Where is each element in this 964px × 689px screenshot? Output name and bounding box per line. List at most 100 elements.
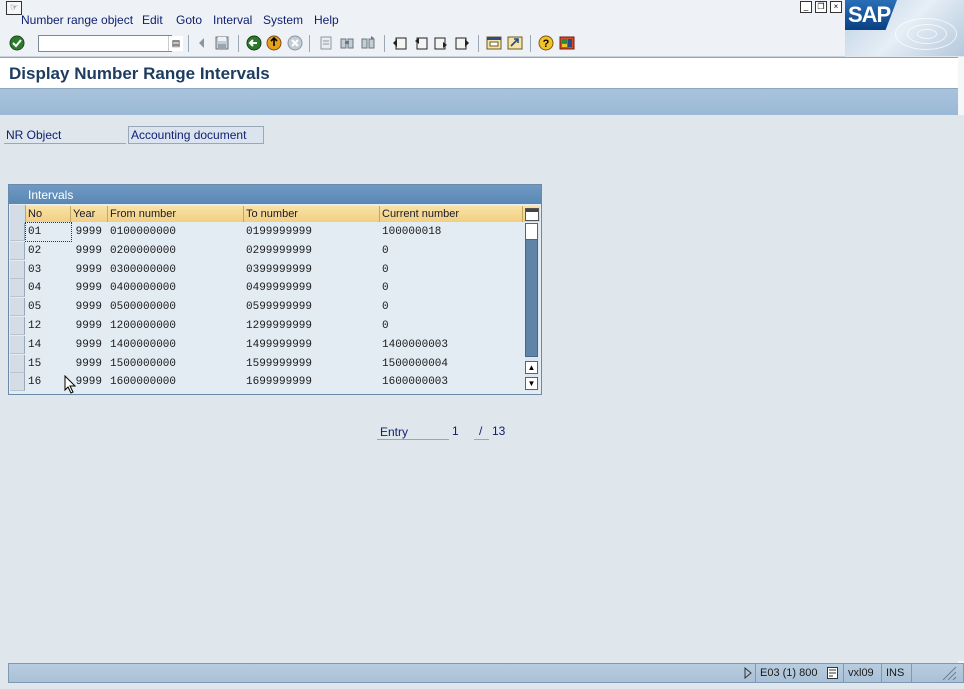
entry-field-underline xyxy=(474,439,489,440)
menu-help[interactable]: Help xyxy=(314,13,339,27)
toolbar-separator xyxy=(188,35,189,52)
table-row[interactable]: 01 9999 0100000000 0199999999 100000018 xyxy=(9,222,523,242)
row-select-button[interactable] xyxy=(10,354,25,373)
command-field[interactable] xyxy=(38,35,172,52)
cell-no[interactable]: 15 xyxy=(26,355,71,373)
column-header-to-number[interactable]: To number xyxy=(244,206,380,222)
system-info-icon[interactable] xyxy=(827,667,838,679)
cell-no[interactable]: 02 xyxy=(26,242,71,260)
cell-from-number: 0300000000 xyxy=(110,263,177,276)
cell-year: 9999 xyxy=(75,263,102,276)
cell-no[interactable]: 03 xyxy=(26,261,71,279)
row-select-button[interactable] xyxy=(10,335,25,354)
table-row[interactable]: 03 9999 0300000000 0399999999 0 xyxy=(9,260,523,279)
application-toolbar xyxy=(0,88,964,116)
last-page-icon[interactable] xyxy=(454,35,470,51)
column-header-no[interactable]: No xyxy=(26,206,71,222)
row-select-button[interactable] xyxy=(10,241,25,260)
main-content: NR Object Accounting document Intervals … xyxy=(0,115,964,661)
table-row[interactable]: 12 9999 1200000000 1299999999 0 xyxy=(9,317,523,335)
select-all-button[interactable] xyxy=(10,205,26,223)
vertical-scrollbar[interactable]: ▲ ▼ xyxy=(525,223,539,391)
exit-icon[interactable] xyxy=(266,35,282,51)
save-icon[interactable] xyxy=(214,35,230,51)
find-next-icon[interactable] xyxy=(360,35,376,51)
row-select-button[interactable] xyxy=(10,317,25,335)
intervals-table: Intervals No Year From number To number … xyxy=(8,184,542,395)
resize-grip-icon[interactable] xyxy=(941,666,957,681)
table-settings-icon[interactable] xyxy=(523,206,540,222)
menu-system[interactable]: System xyxy=(263,13,303,27)
cell-no[interactable]: 04 xyxy=(26,279,71,297)
row-select-button[interactable] xyxy=(10,279,25,298)
status-expand-icon[interactable] xyxy=(743,667,753,679)
scrollbar-thumb[interactable] xyxy=(525,223,538,240)
table-row[interactable]: 02 9999 0200000000 0299999999 0 xyxy=(9,241,523,260)
cell-year: 9999 xyxy=(75,244,102,257)
shortcut-icon[interactable] xyxy=(507,35,523,51)
table-row[interactable]: 16 9999 1600000000 1699999999 1600000003 xyxy=(9,373,523,392)
command-history-icon[interactable]: ▤ xyxy=(168,36,183,51)
menu-goto[interactable]: Goto xyxy=(176,13,202,27)
back-icon[interactable] xyxy=(246,35,262,51)
status-bar: E03 (1) 800 vxl09 INS xyxy=(8,663,964,683)
sap-logo-text: SAP xyxy=(848,2,891,27)
row-select-button[interactable] xyxy=(10,298,25,317)
menu-edit[interactable]: Edit xyxy=(142,13,163,27)
cell-year: 9999 xyxy=(75,282,102,295)
first-page-icon[interactable] xyxy=(392,35,408,51)
cell-no[interactable]: 05 xyxy=(26,298,71,316)
column-header-year[interactable]: Year xyxy=(71,206,108,222)
status-insert-mode[interactable]: INS xyxy=(881,664,911,682)
cell-to-number: 1699999999 xyxy=(246,376,313,389)
previous-page-icon[interactable] xyxy=(413,35,429,51)
scroll-up-icon[interactable]: ▲ xyxy=(525,361,538,374)
nr-object-label: NR Object xyxy=(6,128,62,142)
table-row[interactable]: 05 9999 0500000000 0599999999 0 xyxy=(9,298,523,317)
enter-icon[interactable] xyxy=(9,35,25,51)
table-row[interactable]: 14 9999 1400000000 1499999999 1400000003 xyxy=(9,335,523,354)
cell-from-number: 1400000000 xyxy=(110,338,177,351)
cell-to-number: 1299999999 xyxy=(246,320,313,332)
svg-text:?: ? xyxy=(543,38,550,50)
row-select-button[interactable] xyxy=(10,260,25,279)
cell-from-number: 1500000000 xyxy=(110,357,177,370)
cell-current-number: 0 xyxy=(382,244,389,257)
customize-layout-icon[interactable] xyxy=(559,35,575,51)
row-select-button[interactable] xyxy=(10,223,25,241)
toolbar-separator xyxy=(530,35,531,52)
cell-from-number: 0200000000 xyxy=(110,244,177,257)
cell-year: 9999 xyxy=(75,320,102,332)
entry-current[interactable]: 1 xyxy=(452,424,459,438)
minimize-icon[interactable]: _ xyxy=(800,1,812,13)
table-row[interactable]: 15 9999 1500000000 1599999999 1500000004 xyxy=(9,354,523,373)
help-icon[interactable]: ? xyxy=(538,35,554,51)
table-title: Intervals xyxy=(28,188,74,202)
cell-year: 9999 xyxy=(75,357,102,370)
cell-to-number: 0399999999 xyxy=(246,263,313,276)
system-menu-icon[interactable]: ☞ xyxy=(6,1,22,15)
print-icon[interactable] xyxy=(318,35,334,51)
restore-icon[interactable]: ❐ xyxy=(815,1,827,13)
table-row[interactable]: 04 9999 0400000000 0499999999 0 xyxy=(9,279,523,298)
scrollbar-track xyxy=(525,223,538,357)
collapse-icon[interactable] xyxy=(194,35,210,51)
nr-object-value[interactable]: Accounting document xyxy=(128,126,264,144)
column-header-from-number[interactable]: From number xyxy=(108,206,244,222)
create-session-icon[interactable] xyxy=(486,35,502,51)
close-icon[interactable]: × xyxy=(830,1,842,13)
cell-no[interactable]: 14 xyxy=(26,336,71,354)
cancel-icon[interactable] xyxy=(287,35,303,51)
table-header: No Year From number To number Current nu… xyxy=(9,205,541,223)
row-select-button[interactable] xyxy=(10,373,25,392)
scroll-down-icon[interactable]: ▼ xyxy=(525,377,538,390)
cell-no[interactable]: 12 xyxy=(26,317,71,335)
find-icon[interactable] xyxy=(339,35,355,51)
next-page-icon[interactable] xyxy=(433,35,449,51)
cell-no[interactable]: 01 xyxy=(25,222,72,242)
cell-year: 9999 xyxy=(75,226,102,238)
cell-from-number: 0100000000 xyxy=(110,226,177,238)
column-header-current-number[interactable]: Current number xyxy=(380,206,523,222)
menu-interval[interactable]: Interval xyxy=(213,13,252,27)
menu-number-range-object[interactable]: Number range object xyxy=(21,13,133,27)
